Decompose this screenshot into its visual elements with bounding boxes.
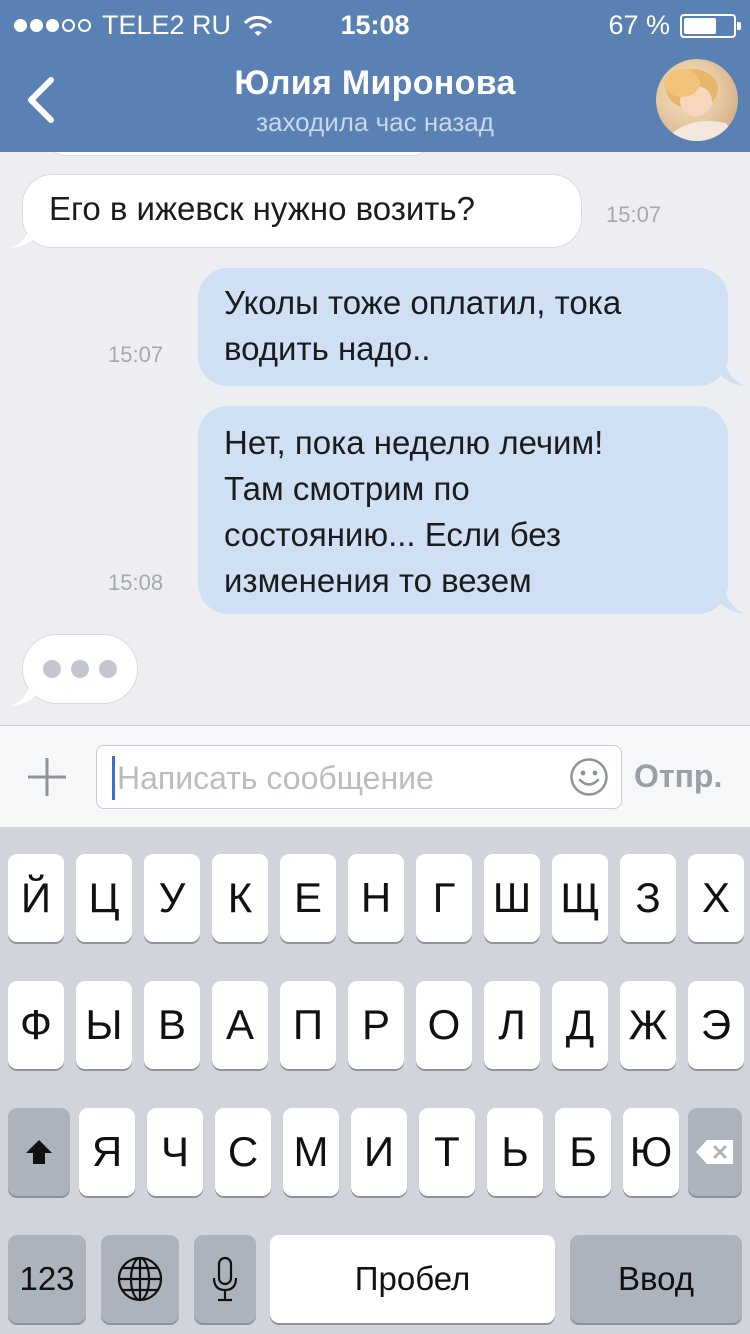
send-button[interactable]: Отпр.: [634, 758, 722, 795]
status-bar: TELE2 RU 15:08 67 %: [0, 0, 750, 50]
letter-key[interactable]: Ы: [76, 981, 132, 1069]
message-time: 15:08: [108, 570, 164, 595]
letter-key[interactable]: М: [283, 1108, 339, 1196]
letter-key[interactable]: З: [620, 854, 676, 942]
globe-icon: [117, 1256, 163, 1302]
shift-key[interactable]: [8, 1108, 70, 1196]
letter-key[interactable]: Ч: [147, 1108, 203, 1196]
bubble-tail: [718, 586, 746, 614]
typing-indicator: [22, 634, 138, 704]
message-text-line: Там смотрим по: [224, 470, 470, 507]
letter-key[interactable]: С: [215, 1108, 271, 1196]
letter-key[interactable]: О: [416, 981, 472, 1069]
avatar[interactable]: [656, 59, 738, 141]
letter-key[interactable]: Ш: [484, 854, 540, 942]
microphone-key[interactable]: [194, 1235, 256, 1323]
letter-key[interactable]: Ь: [487, 1108, 543, 1196]
message-text-line: водить надо..: [224, 330, 431, 367]
letter-key[interactable]: Д: [552, 981, 608, 1069]
letter-key[interactable]: У: [144, 854, 200, 942]
letter-key[interactable]: Ю: [623, 1108, 679, 1196]
letter-key[interactable]: Н: [348, 854, 404, 942]
message-time: 15:07: [108, 342, 164, 367]
letter-key[interactable]: Ж: [620, 981, 676, 1069]
message-text-line: Нет, пока неделю лечим!: [224, 424, 604, 461]
letter-key[interactable]: Я: [79, 1108, 135, 1196]
message-text-line: Уколы тоже оплатил, тока: [224, 284, 622, 321]
message-text-line: изменения то везем: [224, 562, 532, 599]
message-bubble-incoming[interactable]: Его в ижевск нужно возить?: [22, 174, 582, 248]
message-bubble-outgoing[interactable]: Нет, пока неделю лечим! Там смотрим по с…: [198, 406, 728, 614]
shift-arrow-icon: [26, 1140, 52, 1164]
backspace-icon: [696, 1140, 733, 1164]
return-key[interactable]: Ввод: [570, 1235, 742, 1323]
globe-key[interactable]: [101, 1235, 179, 1323]
message-bubble-partial: [44, 152, 434, 156]
bubble-tail: [10, 678, 38, 706]
message-text-line: состоянию... Если без: [224, 516, 562, 553]
message-bubble-outgoing[interactable]: Уколы тоже оплатил, тока водить надо..: [198, 268, 728, 386]
bubble-tail: [718, 358, 746, 386]
letter-key[interactable]: Й: [8, 854, 64, 942]
battery-icon: [680, 13, 741, 38]
letter-key[interactable]: Т: [419, 1108, 475, 1196]
letter-key[interactable]: Ф: [8, 981, 64, 1069]
chat-header: TELE2 RU 15:08 67 % Юлия Миронова заходи…: [0, 0, 750, 152]
emoji-icon[interactable]: [569, 757, 609, 797]
letter-key[interactable]: И: [351, 1108, 407, 1196]
letter-key[interactable]: Э: [688, 981, 744, 1069]
letter-key[interactable]: Б: [555, 1108, 611, 1196]
message-input[interactable]: Написать сообщение: [96, 745, 622, 809]
keyboard: ЙЦУКЕНГШЩЗХ ФЫВАПРОЛДЖЭ ЯЧСМИТЬБЮ 123 Пр…: [0, 827, 750, 1334]
letter-key[interactable]: В: [144, 981, 200, 1069]
letter-key[interactable]: Е: [280, 854, 336, 942]
numbers-key[interactable]: 123: [8, 1235, 86, 1323]
message-list[interactable]: Его в ижевск нужно возить? 15:07 Уколы т…: [0, 152, 750, 725]
message-time: 15:07: [606, 202, 662, 227]
letter-key[interactable]: Р: [348, 981, 404, 1069]
letter-key[interactable]: Щ: [552, 854, 608, 942]
letter-key[interactable]: Г: [416, 854, 472, 942]
microphone-icon: [212, 1256, 238, 1302]
letter-key[interactable]: А: [212, 981, 268, 1069]
letter-key[interactable]: Х: [688, 854, 744, 942]
letter-key[interactable]: К: [212, 854, 268, 942]
text-cursor: [112, 756, 115, 800]
battery-percent: 67 %: [608, 10, 670, 40]
last-seen-status: заходила час назад: [256, 107, 494, 137]
input-placeholder: Написать сообщение: [117, 760, 434, 796]
letter-key[interactable]: П: [280, 981, 336, 1069]
letter-key[interactable]: Л: [484, 981, 540, 1069]
space-key[interactable]: Пробел: [270, 1235, 555, 1323]
message-composer: Написать сообщение Отпр.: [0, 725, 750, 827]
add-attachment-button[interactable]: [24, 754, 70, 800]
letter-key[interactable]: Ц: [76, 854, 132, 942]
message-text: Его в ижевск нужно возить?: [49, 190, 475, 227]
bubble-tail: [10, 220, 38, 248]
contact-name[interactable]: Юлия Миронова: [0, 64, 750, 103]
backspace-key[interactable]: [688, 1108, 742, 1196]
